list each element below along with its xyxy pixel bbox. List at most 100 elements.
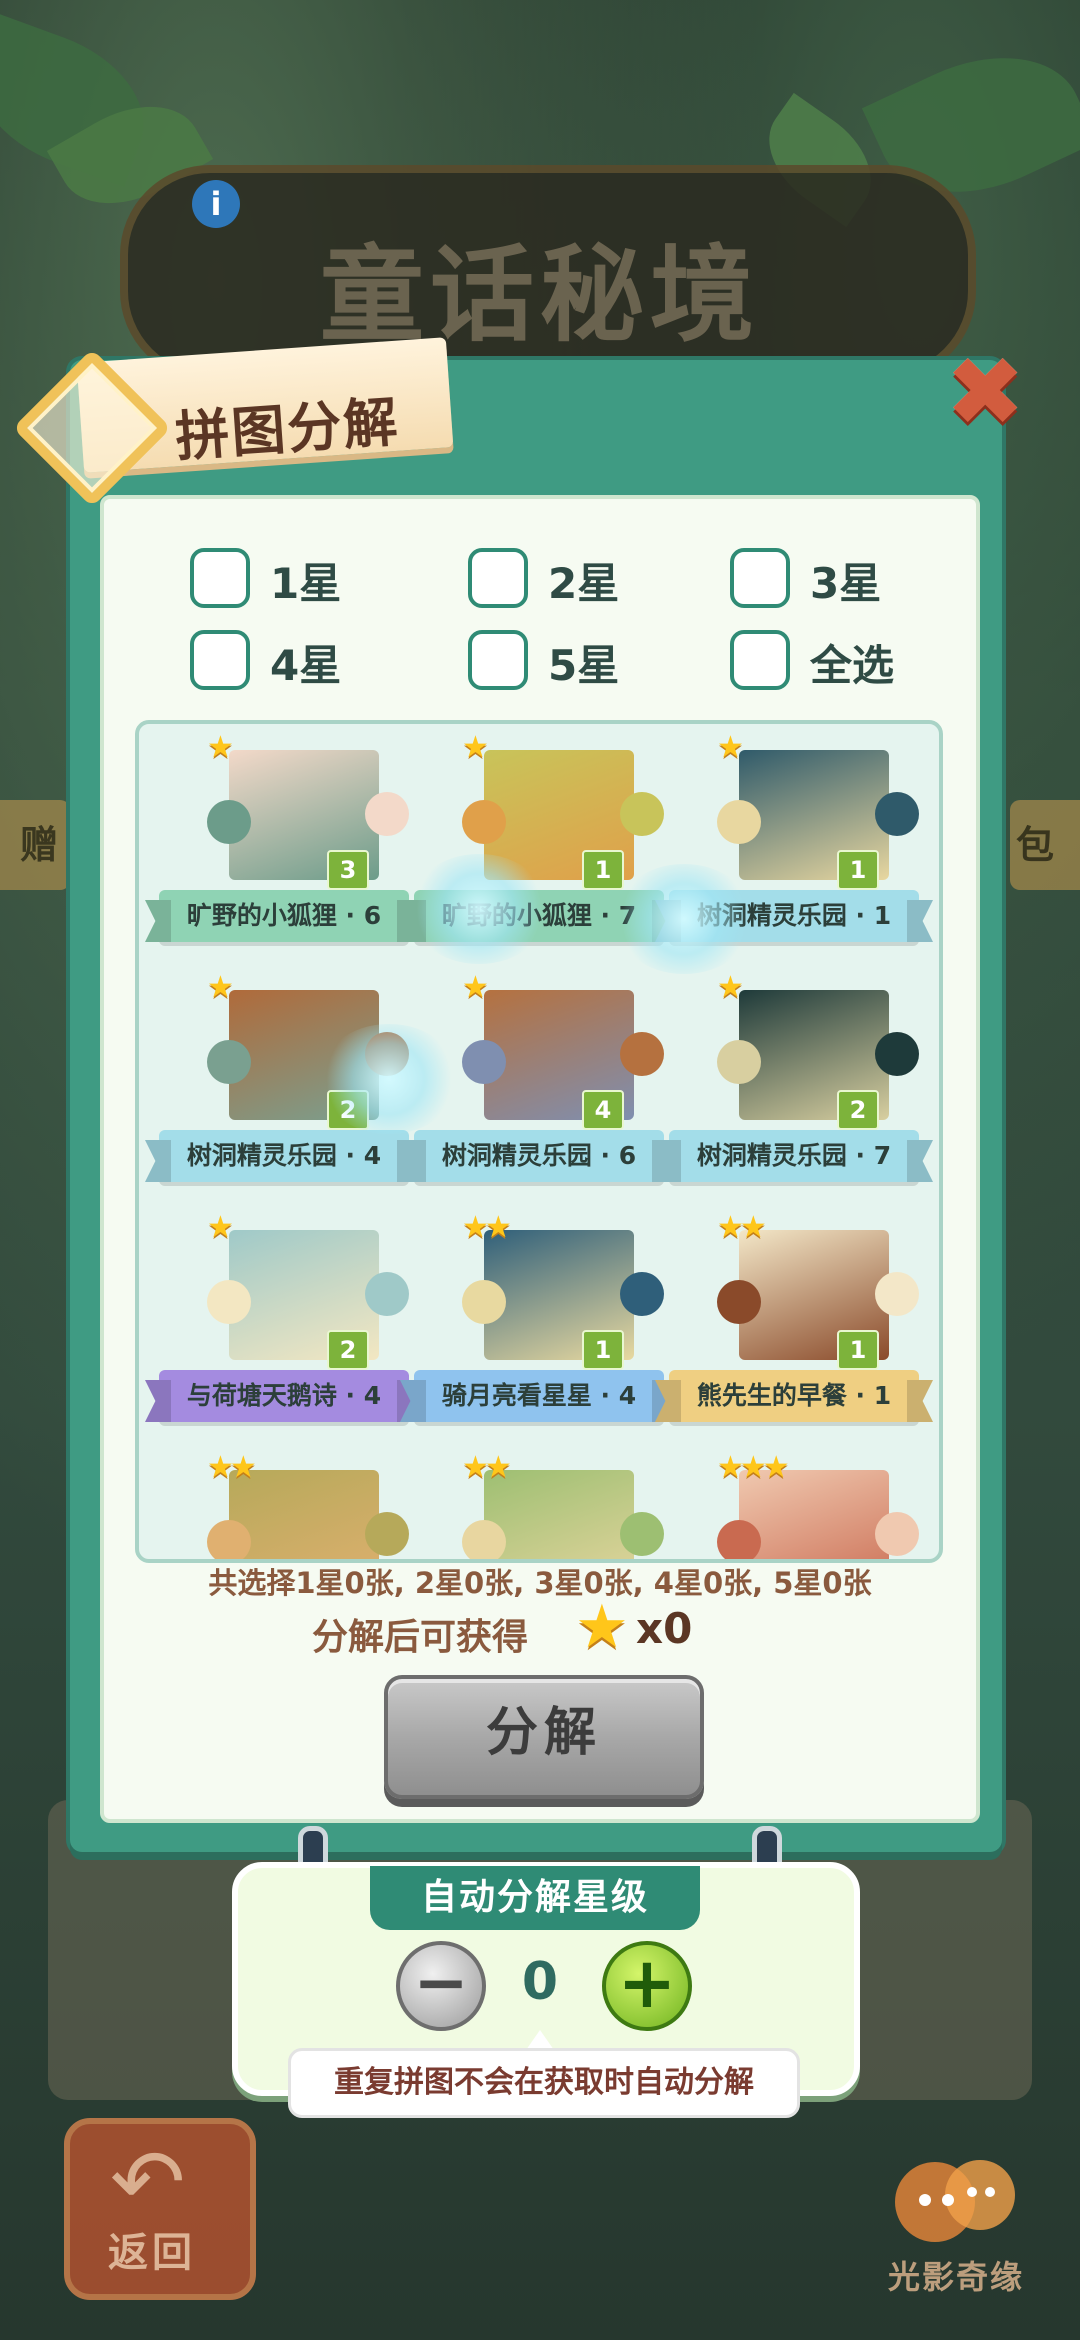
puzzle-tab xyxy=(462,1280,506,1324)
checkbox-label: 4星 xyxy=(270,641,342,690)
decompose-button[interactable]: 分解 xyxy=(384,1675,704,1799)
minus-icon: − xyxy=(413,1944,469,2021)
puzzle-card[interactable]: ★ 3 旷野的小狐狸 · 6 xyxy=(159,730,409,960)
piece-name-banner: 骑月亮看星星 · 4 xyxy=(414,1370,664,1422)
hint-arrow xyxy=(526,2030,554,2050)
puzzle-tab xyxy=(875,1272,919,1316)
puzzle-tab xyxy=(207,1040,251,1084)
side-tab-right: 包 xyxy=(1010,800,1080,890)
checkbox-label: 2星 xyxy=(548,559,620,608)
info-icon[interactable]: i xyxy=(192,180,240,228)
puzzle-card[interactable]: ★★ xyxy=(159,1450,409,1559)
puzzle-tab xyxy=(207,800,251,844)
close-icon: ✖ xyxy=(945,336,1026,448)
puzzle-card[interactable]: ★ 1 旷野的小狐狸 · 7 xyxy=(414,730,664,960)
game-logo xyxy=(895,2160,1015,2242)
checkbox-square[interactable] xyxy=(468,548,528,608)
puzzle-card[interactable]: ★★★ xyxy=(669,1450,919,1559)
puzzle-tab xyxy=(207,1280,251,1324)
side-tab-left: 赠 xyxy=(0,800,70,890)
checkbox-square[interactable] xyxy=(190,630,250,690)
puzzle-card[interactable]: ★ 1 树洞精灵乐园 · 1 xyxy=(669,730,919,960)
rarity-stars: ★★★ xyxy=(717,1450,790,1485)
puzzle-tab xyxy=(462,800,506,844)
decompose-button-label: 分解 xyxy=(485,1703,602,1763)
rarity-stars: ★★ xyxy=(207,1450,257,1485)
puzzle-card[interactable]: ★ 4 树洞精灵乐园 · 6 xyxy=(414,970,664,1200)
puzzle-tab xyxy=(875,1512,919,1556)
puzzle-tab xyxy=(717,1520,761,1559)
piece-count-badge: 1 xyxy=(837,1330,879,1370)
decrease-button[interactable]: − xyxy=(396,1941,486,2031)
piece-name-banner: 树洞精灵乐园 · 6 xyxy=(414,1130,664,1182)
gain-amount: x0 xyxy=(636,1604,693,1653)
rarity-stars: ★ xyxy=(207,970,234,1005)
filter-checkbox-3[interactable]: 3星 xyxy=(730,548,930,608)
puzzle-tab xyxy=(620,1512,664,1556)
checkbox-square[interactable] xyxy=(730,548,790,608)
checkbox-label: 1星 xyxy=(270,559,342,608)
auto-hint: 重复拼图不会在获取时自动分解 xyxy=(288,2048,800,2118)
rarity-stars: ★ xyxy=(462,730,489,765)
rarity-stars: ★ xyxy=(717,730,744,765)
puzzle-tab xyxy=(462,1520,506,1559)
puzzle-card[interactable]: ★★ 1 骑月亮看星星 · 4 xyxy=(414,1210,664,1440)
star-icon: ★ xyxy=(575,1592,629,1662)
game-title: 童话秘境 xyxy=(319,233,760,356)
auto-level-value: 0 xyxy=(521,1952,559,2012)
selection-summary: 共选择1星0张, 2星0张, 3星0张, 4星0张, 5星0张 xyxy=(208,1566,872,1600)
rarity-stars: ★ xyxy=(207,730,234,765)
puzzle-grid: ★ 3 旷野的小狐狸 · 6 ★ 1 旷野的小狐狸 · 7 ★ 1 树洞精灵乐园 · 1 ★ 2 树洞… xyxy=(135,720,943,1563)
puzzle-card[interactable]: ★ 2 树洞精灵乐园 · 7 xyxy=(669,970,919,1200)
plus-icon: + xyxy=(617,1942,677,2024)
filter-checkbox-4[interactable]: 4星 xyxy=(190,630,390,690)
piece-count-badge: 2 xyxy=(327,1090,369,1130)
piece-count-badge: 1 xyxy=(582,850,624,890)
rarity-stars: ★ xyxy=(717,970,744,1005)
piece-name-banner: 树洞精灵乐园 · 4 xyxy=(159,1130,409,1182)
puzzle-tab xyxy=(717,1280,761,1324)
increase-button[interactable]: + xyxy=(602,1941,692,2031)
checkbox-label: 全选 xyxy=(810,641,895,690)
piece-name-banner: 与荷塘天鹅诗 · 4 xyxy=(159,1370,409,1422)
piece-count-badge: 1 xyxy=(582,1330,624,1370)
rarity-stars: ★★ xyxy=(462,1210,512,1245)
rarity-stars: ★ xyxy=(207,1210,234,1245)
puzzle-tab xyxy=(717,1040,761,1084)
piece-count-badge: 1 xyxy=(837,850,879,890)
puzzle-tab xyxy=(365,792,409,836)
piece-count-badge: 3 xyxy=(327,850,369,890)
piece-name-banner: 熊先生的早餐 · 1 xyxy=(669,1370,919,1422)
close-button[interactable]: ✖ xyxy=(945,344,1025,440)
puzzle-card[interactable]: ★ 2 树洞精灵乐园 · 4 xyxy=(159,970,409,1200)
filter-checkbox-1[interactable]: 1星 xyxy=(190,548,390,608)
puzzle-card[interactable]: ★ 2 与荷塘天鹅诗 · 4 xyxy=(159,1210,409,1440)
filter-checkbox-2[interactable]: 2星 xyxy=(468,548,668,608)
puzzle-tab xyxy=(717,800,761,844)
puzzle-tab xyxy=(365,1272,409,1316)
puzzle-tab xyxy=(462,1040,506,1084)
auto-decompose-title: 自动分解星级 xyxy=(370,1866,700,1930)
return-label: 返回 xyxy=(108,2230,196,2276)
checkbox-square[interactable] xyxy=(190,548,250,608)
puzzle-tab xyxy=(365,1032,409,1076)
checkbox-label: 3星 xyxy=(810,559,882,608)
rarity-stars: ★ xyxy=(462,970,489,1005)
puzzle-card[interactable]: ★★ 1 熊先生的早餐 · 1 xyxy=(669,1210,919,1440)
rarity-stars: ★★ xyxy=(462,1450,512,1485)
piece-name-banner: 旷野的小狐狸 · 6 xyxy=(159,890,409,942)
modal-title: 拼图分解 xyxy=(173,390,402,469)
piece-count-badge: 2 xyxy=(327,1330,369,1370)
checkbox-square[interactable] xyxy=(468,630,528,690)
filter-checkbox-6[interactable]: 全选 xyxy=(730,630,930,690)
filter-checkbox-5[interactable]: 5星 xyxy=(468,630,668,690)
puzzle-tab xyxy=(207,1520,251,1559)
piece-count-badge: 4 xyxy=(582,1090,624,1130)
logo-text: 光影奇缘 xyxy=(888,2258,1025,2296)
puzzle-card[interactable]: ★★ xyxy=(414,1450,664,1559)
piece-name-banner: 树洞精灵乐园 · 7 xyxy=(669,1130,919,1182)
piece-count-badge: 2 xyxy=(837,1090,879,1130)
puzzle-tab xyxy=(875,1032,919,1076)
piece-name-banner: 树洞精灵乐园 · 1 xyxy=(669,890,919,942)
checkbox-square[interactable] xyxy=(730,630,790,690)
